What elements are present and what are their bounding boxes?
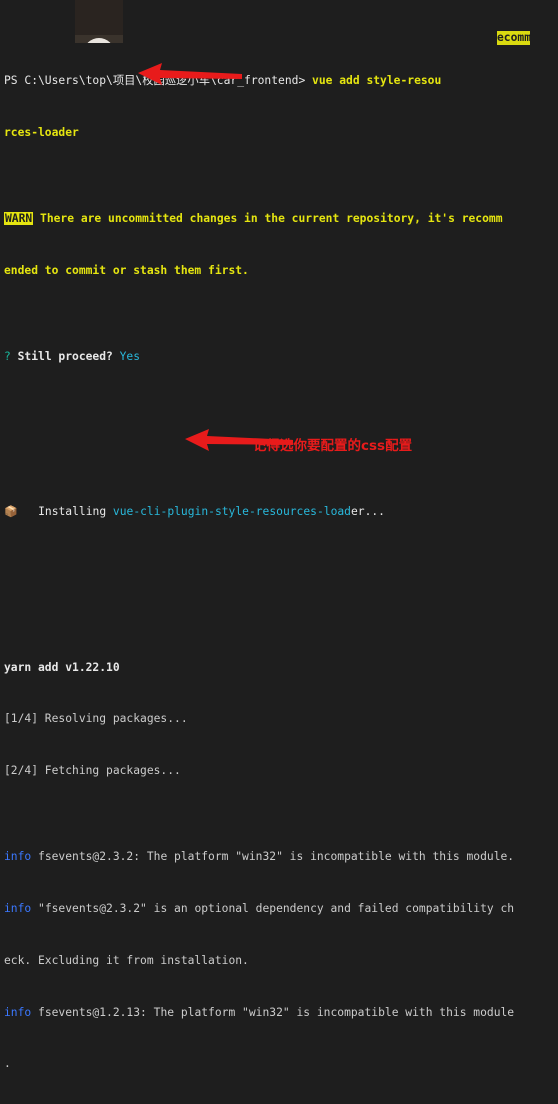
yarn-header: yarn add v1.22.10	[4, 660, 120, 674]
terminal-line-info: info "fsevents@2.3.2" is an optional dep…	[4, 900, 554, 917]
terminal-line-yarn-header: yarn add v1.22.10	[4, 659, 554, 676]
cat-photo-watermark	[75, 0, 123, 43]
terminal-line-command-wrap: rces-loader	[4, 124, 554, 141]
red-arrow-pointing-to-yes	[138, 63, 242, 85]
info-text: eck. Excluding it from installation.	[4, 953, 249, 967]
still-proceed-answer[interactable]: Yes	[113, 350, 140, 363]
terminal-line-prompt: PS C:\Users\top\项目\校园巡逻小车\car_frontend> …	[4, 72, 554, 89]
info-prefix: info	[4, 1005, 32, 1019]
terminal-line-prompt-still-proceed: ? Still proceed? Yes	[4, 348, 554, 365]
info-text: .	[4, 1057, 11, 1071]
terminal-line-warn-wrap: ended to commit or stash them first.	[4, 262, 554, 279]
chinese-annotation-note: 记得选你要配置的css配置	[253, 438, 413, 454]
terminal-line-installing: 📦 Installing vue-cli-plugin-style-resour…	[4, 503, 554, 520]
terminal-line-info-wrap: eck. Excluding it from installation.	[4, 952, 554, 969]
terminal-line-info: info fsevents@2.3.2: The platform "win32…	[4, 848, 554, 865]
prompt-command-wrap: rces-loader	[4, 125, 79, 139]
warn-badge: WARN	[4, 212, 34, 225]
terminal-window[interactable]: PS C:\Users\top\项目\校园巡逻小车\car_frontend> …	[0, 0, 558, 1070]
info-text: fsevents@2.3.2: The platform "win32" is …	[31, 850, 515, 864]
terminal-line-warn: WARN There are uncommitted changes in th…	[4, 210, 554, 227]
prompt-marker-icon: ?	[4, 350, 18, 363]
package-icon: 📦	[4, 505, 18, 519]
warn-text-2: ended to commit or stash them first.	[4, 263, 249, 277]
yarn-step-2: [2/4] Fetching packages...	[4, 764, 181, 777]
terminal-line-step: [1/4] Resolving packages...	[4, 710, 554, 727]
installing-package: vue-cli-plugin-style-resources-load	[112, 505, 351, 519]
selection-fragment: ecomm	[497, 31, 532, 44]
prompt-command: vue add style-resou	[312, 74, 442, 87]
terminal-line-info: info fsevents@1.2.13: The platform "win3…	[4, 1004, 554, 1021]
info-prefix: info	[4, 850, 32, 864]
prompt-ps: PS	[4, 74, 25, 87]
text-selection-highlight: ecomm	[497, 31, 532, 45]
installing-label: Installing	[17, 505, 113, 519]
info-prefix: info	[4, 902, 32, 915]
prompt-chevron: >	[298, 74, 313, 87]
cat-photo-image	[75, 34, 123, 43]
info-text: fsevents@1.2.13: The platform "win32" is…	[31, 1005, 515, 1019]
info-text: "fsevents@2.3.2" is an optional dependen…	[31, 902, 515, 915]
installing-tail: er...	[350, 505, 385, 519]
warn-text-1: There are uncommitted changes in the cur…	[33, 212, 503, 225]
terminal-line-step: [2/4] Fetching packages...	[4, 762, 554, 779]
terminal-line-info-wrap: .	[4, 1055, 554, 1072]
still-proceed-question: Still proceed?	[17, 350, 113, 363]
yarn-step-1: [1/4] Resolving packages...	[4, 712, 188, 726]
prompt-path-prefix: C:\Users\	[24, 74, 86, 87]
